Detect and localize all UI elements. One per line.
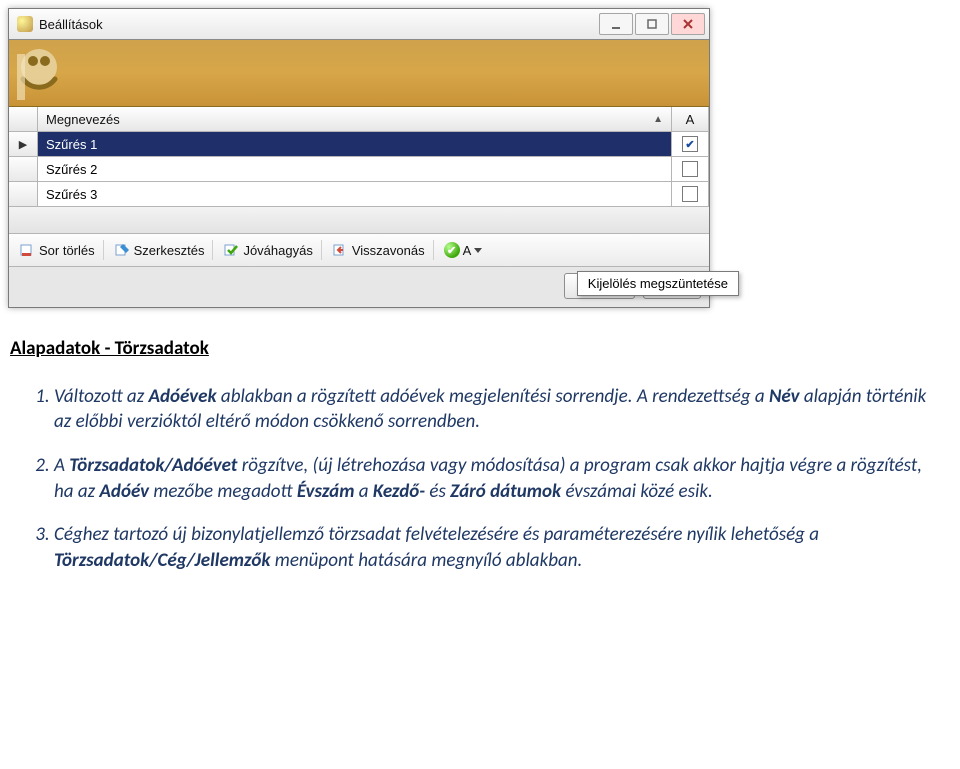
list-item: Változott az Adóévek ablakban a rögzítet… (54, 384, 940, 435)
revoke-label: Visszavonás (352, 243, 425, 258)
list-item: Céghez tartozó új bizonylatjellemző törz… (54, 522, 940, 573)
check-circle-icon: ✔ (444, 242, 460, 258)
column-header-a[interactable]: A (672, 107, 709, 131)
row-name-text: Szűrés 3 (46, 187, 97, 202)
settings-window: Beállítások Megnevezés ▲ (8, 8, 710, 308)
app-icon (17, 16, 33, 32)
checkbox-unchecked[interactable] (682, 161, 698, 177)
row-name-text: Szűrés 2 (46, 162, 97, 177)
delete-row-label: Sor törlés (39, 243, 95, 258)
row-checkbox-cell[interactable]: ✔ (672, 132, 709, 156)
ribbon-decor-icon (15, 44, 81, 102)
tooltip: Kijelölés megszüntetése (577, 271, 739, 296)
approve-label: Jóváhagyás (243, 243, 312, 258)
row-name-cell[interactable]: Szűrés 2 (38, 157, 672, 181)
row-selector (9, 182, 38, 206)
ribbon-header (9, 40, 709, 107)
delete-row-icon (19, 242, 35, 258)
table-row[interactable]: Szűrés 2 (9, 157, 709, 182)
table-row[interactable]: Szűrés 3 (9, 182, 709, 207)
sort-indicator-icon: ▲ (653, 114, 663, 125)
doc-heading: Alapadatok - Törzsadatok (10, 336, 940, 362)
row-selector: ▶ (9, 132, 38, 156)
row-name-text: Szűrés 1 (46, 137, 97, 152)
titlebar: Beállítások (9, 9, 709, 40)
window-title: Beállítások (39, 17, 599, 32)
grid-filler (9, 207, 709, 234)
minimize-button[interactable] (599, 13, 633, 35)
revoke-button[interactable]: Visszavonás (328, 240, 434, 260)
maximize-button[interactable] (635, 13, 669, 35)
column-header-name-text: Megnevezés (46, 112, 120, 127)
row-name-cell[interactable]: Szűrés 1 (38, 132, 672, 156)
checkbox-checked[interactable]: ✔ (682, 136, 698, 152)
revoke-icon (332, 242, 348, 258)
edit-label: Szerkesztés (134, 243, 205, 258)
list-item: A Törzsadatok/Adóévet rögzítve, (új létr… (54, 453, 940, 504)
chevron-down-icon (474, 248, 482, 253)
grid-header: Megnevezés ▲ A (9, 107, 709, 132)
a-toggle-label: A (463, 243, 472, 258)
row-name-cell[interactable]: Szűrés 3 (38, 182, 672, 206)
checkbox-unchecked[interactable] (682, 186, 698, 202)
document-body: Alapadatok - Törzsadatok Változott az Ad… (0, 308, 960, 611)
table-row[interactable]: ▶ Szűrés 1 ✔ (9, 132, 709, 157)
approve-icon (223, 242, 239, 258)
a-toggle-button[interactable]: ✔ A (440, 241, 487, 259)
tooltip-text: Kijelölés megszüntetése (588, 276, 728, 291)
close-icon (681, 17, 695, 31)
close-button[interactable] (671, 13, 705, 35)
doc-list: Változott az Adóévek ablakban a rögzítet… (10, 384, 940, 574)
row-checkbox-cell[interactable] (672, 157, 709, 181)
action-bar: Sor törlés Szerkesztés Jóváhagyás Vissza… (9, 234, 709, 267)
maximize-icon (645, 17, 659, 31)
approve-button[interactable]: Jóváhagyás (219, 240, 321, 260)
column-header-name[interactable]: Megnevezés ▲ (38, 107, 672, 131)
edit-icon (114, 242, 130, 258)
row-selector (9, 157, 38, 181)
window-controls (599, 13, 705, 35)
minimize-icon (609, 17, 623, 31)
column-header-a-text: A (686, 112, 695, 127)
row-checkbox-cell[interactable] (672, 182, 709, 206)
edit-button[interactable]: Szerkesztés (110, 240, 214, 260)
delete-row-button[interactable]: Sor törlés (15, 240, 104, 260)
row-selector-header (9, 107, 38, 131)
bottom-bar: ✔ Ok Kijelölés megszüntetése (9, 267, 709, 307)
